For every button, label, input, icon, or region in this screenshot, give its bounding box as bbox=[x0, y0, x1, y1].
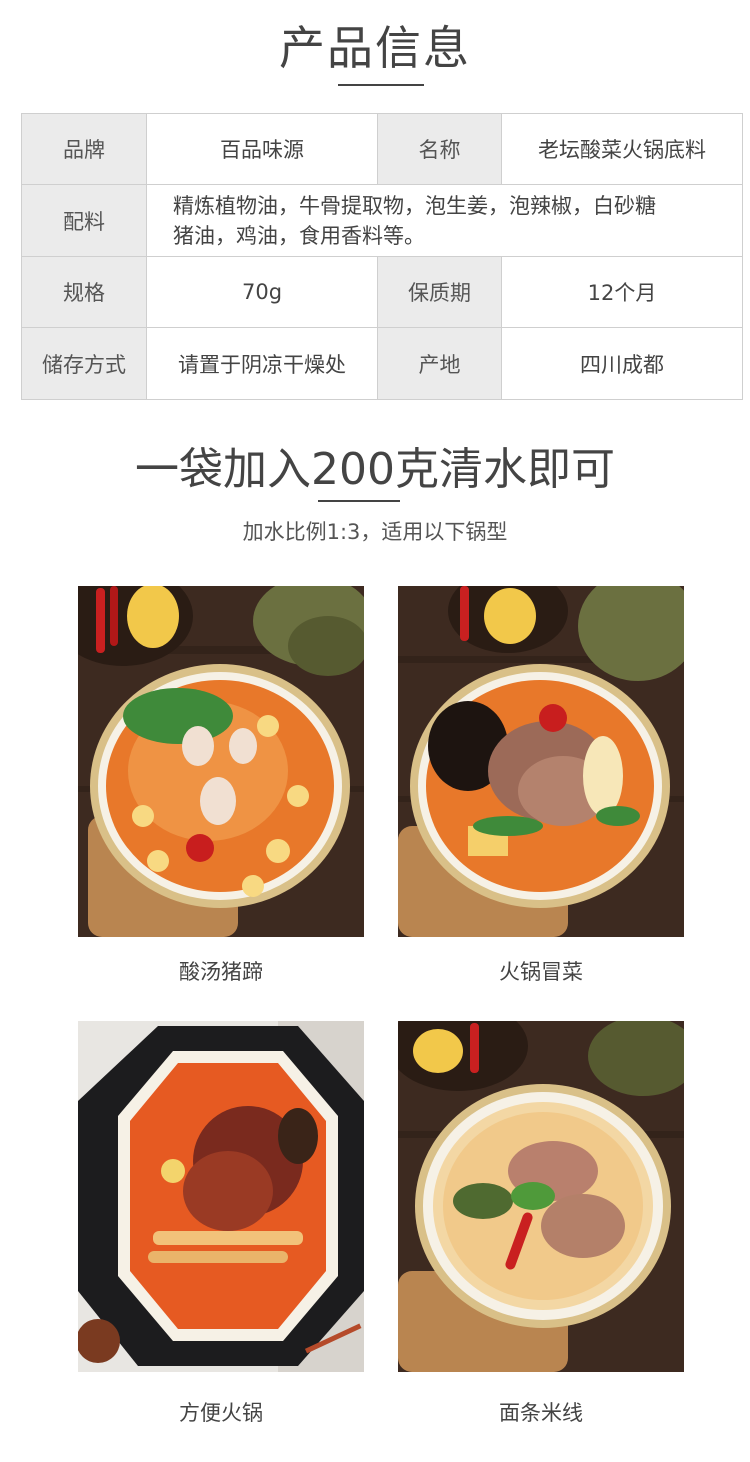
dish-image-pig-trotter bbox=[78, 586, 364, 937]
dish-caption-maocai: 火锅冒菜 bbox=[499, 960, 583, 984]
page-title: 产品信息 bbox=[279, 21, 471, 75]
dish-image-maocai bbox=[398, 586, 684, 937]
ingredients-line-1: 精炼植物油，牛骨提取物，泡生姜，泡辣椒，白砂糖 bbox=[173, 193, 656, 218]
brand-label: 品牌 bbox=[21, 113, 147, 185]
headline-underline bbox=[318, 500, 400, 502]
origin-label: 产地 bbox=[377, 327, 502, 400]
dish-caption-instant-hotpot: 方便火锅 bbox=[179, 1401, 263, 1425]
title-underline bbox=[338, 84, 424, 86]
usage-headline: 一袋加入200克清水即可 bbox=[135, 444, 615, 495]
name-label: 名称 bbox=[377, 113, 502, 185]
ingredients-line-2: 猪油，鸡油，食用香料等。 bbox=[173, 223, 425, 248]
dish-image-noodles bbox=[398, 1021, 684, 1372]
dish-caption-pig-trotter: 酸汤猪蹄 bbox=[179, 960, 263, 984]
size-value: 70g bbox=[146, 256, 378, 328]
size-label: 规格 bbox=[21, 256, 147, 328]
shelf-life-label: 保质期 bbox=[377, 256, 502, 328]
storage-value: 请置于阴凉干燥处 bbox=[146, 327, 378, 400]
dish-caption-noodles: 面条米线 bbox=[499, 1401, 583, 1425]
storage-label: 储存方式 bbox=[21, 327, 147, 400]
shelf-life-value: 12个月 bbox=[501, 256, 743, 328]
spec-row-storage: 储存方式 请置于阴凉干燥处 产地 四川成都 bbox=[21, 327, 743, 400]
usage-subline: 加水比例1:3，适用以下锅型 bbox=[242, 520, 508, 544]
ingredients-label: 配料 bbox=[21, 184, 147, 257]
product-spec-table: 品牌 百品味源 名称 老坛酸菜火锅底料 配料 精炼植物油，牛骨提取物，泡生姜，泡… bbox=[21, 113, 743, 400]
dish-image-instant-hotpot bbox=[78, 1021, 364, 1372]
spec-row-ingredients: 配料 精炼植物油，牛骨提取物，泡生姜，泡辣椒，白砂糖 猪油，鸡油，食用香料等。 bbox=[21, 184, 743, 257]
origin-value: 四川成都 bbox=[501, 327, 743, 400]
ingredients-value: 精炼植物油，牛骨提取物，泡生姜，泡辣椒，白砂糖 猪油，鸡油，食用香料等。 bbox=[146, 184, 743, 257]
brand-value: 百品味源 bbox=[146, 113, 378, 185]
spec-row-size: 规格 70g 保质期 12个月 bbox=[21, 256, 743, 328]
name-value: 老坛酸菜火锅底料 bbox=[501, 113, 743, 185]
spec-row-brand: 品牌 百品味源 名称 老坛酸菜火锅底料 bbox=[21, 113, 743, 185]
